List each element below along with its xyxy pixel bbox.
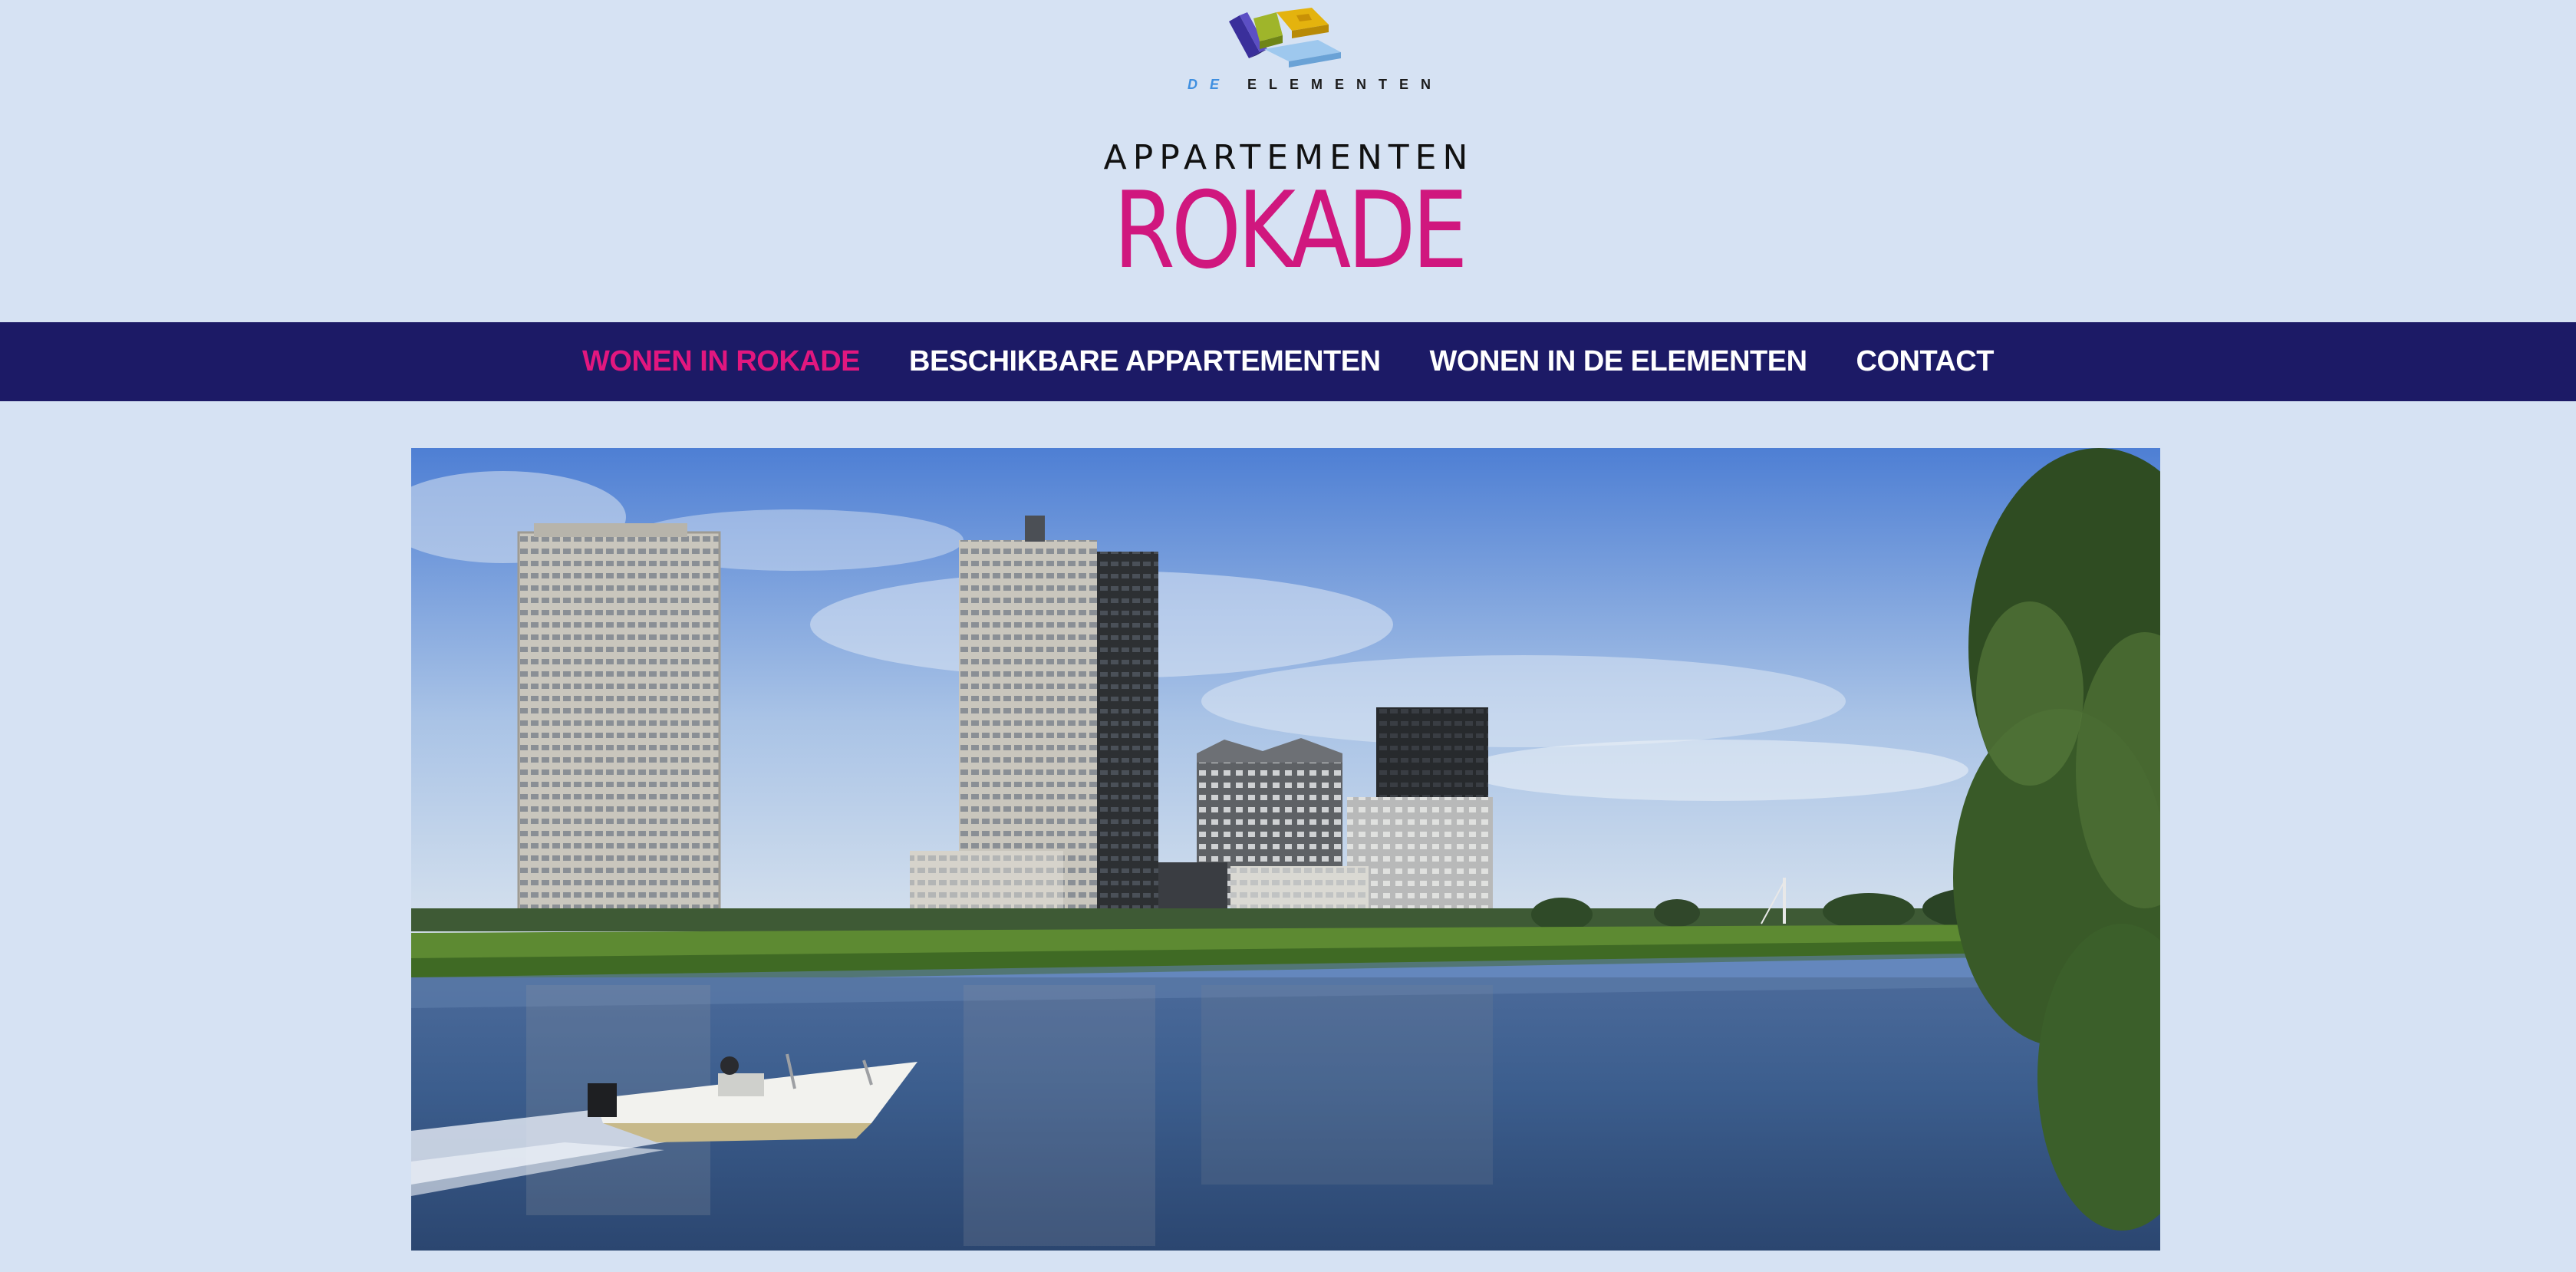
main-navigation: WONEN IN ROKADE BESCHIKBARE APPARTEMENTE… — [0, 322, 2576, 401]
site-header: DE ELEMENTEN APPARTEMENTEN ROKADE — [0, 0, 2576, 322]
river-skyline-photo — [411, 448, 2160, 1251]
nav-item-wonen-in-rokade[interactable]: WONEN IN ROKADE — [582, 345, 860, 378]
brand-wordmark: DE ELEMENTEN — [1188, 77, 1431, 95]
de-elementen-logo-icon[interactable] — [1226, 5, 1341, 69]
nav-item-contact[interactable]: CONTACT — [1856, 345, 1995, 378]
page: DE ELEMENTEN APPARTEMENTEN ROKADE WONEN … — [0, 0, 2576, 1272]
brand-wordmark-prefix: DE — [1188, 77, 1232, 92]
page-title: ROKADE — [1113, 169, 1468, 292]
hero-image — [411, 448, 2160, 1251]
nav-item-wonen-in-de-elementen[interactable]: WONEN IN DE ELEMENTEN — [1430, 345, 1807, 378]
brand-wordmark-main: ELEMENTEN — [1247, 77, 1444, 92]
nav-item-beschikbare-appartementen[interactable]: BESCHIKBARE APPARTEMENTEN — [909, 345, 1381, 378]
